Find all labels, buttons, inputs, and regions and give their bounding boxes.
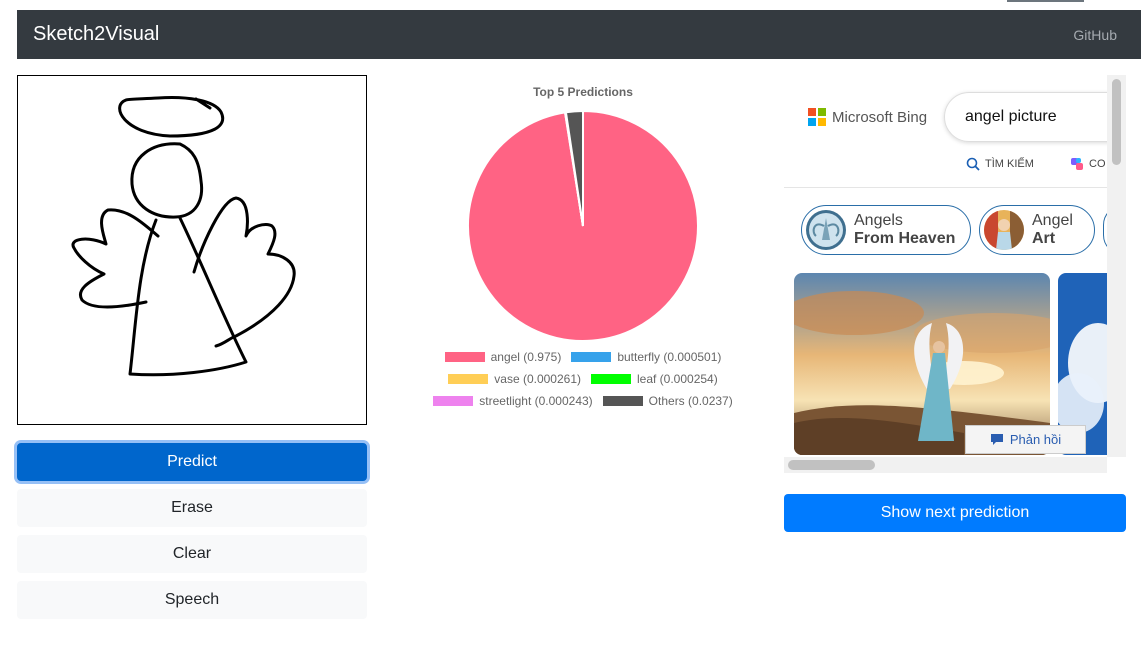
- bing-logo-text: Microsoft Bing: [832, 108, 928, 126]
- speech-button[interactable]: Speech: [17, 581, 367, 619]
- chip-line1: Angel: [1032, 212, 1073, 229]
- related-chip-angel-art[interactable]: Angel Art: [979, 205, 1095, 255]
- feedback-button[interactable]: Phản hồi: [965, 425, 1086, 454]
- chart-title: Top 5 Predictions: [533, 85, 633, 99]
- bing-logo[interactable]: Microsoft Bing: [808, 108, 927, 126]
- github-link[interactable]: GitHub: [1073, 27, 1117, 43]
- brand-title[interactable]: Sketch2Visual: [33, 23, 159, 46]
- horizontal-scrollbar[interactable]: [784, 457, 1107, 473]
- legend-swatch-leaf: [591, 374, 631, 384]
- chip-line2: Art: [1032, 230, 1056, 247]
- clear-button[interactable]: Clear: [17, 535, 367, 573]
- tab-search-label: TÌM KIẾM: [985, 158, 1034, 170]
- chip-line1: Angels: [854, 212, 903, 229]
- chip-thumbnail: [984, 210, 1024, 250]
- top-edge-line: [1007, 0, 1084, 2]
- feedback-label: Phản hồi: [1009, 432, 1062, 447]
- tab-search[interactable]: TÌM KIẾM: [966, 157, 1034, 171]
- tab-copilot[interactable]: CO: [1070, 157, 1106, 171]
- show-next-prediction-button[interactable]: Show next prediction: [784, 494, 1126, 532]
- horizontal-scroll-thumb[interactable]: [788, 460, 875, 470]
- sketch-canvas[interactable]: [17, 75, 367, 425]
- legend-swatch-angel: [444, 352, 485, 362]
- related-chip-angels-from-heaven[interactable]: Angels From Heaven: [801, 205, 971, 255]
- chip-text: Angels From Heaven: [854, 212, 955, 248]
- pie-chart: [467, 109, 699, 342]
- chip-thumbnail: [806, 210, 846, 250]
- legend-swatch-others: [602, 396, 643, 406]
- chip-text: Angel Art: [1032, 212, 1073, 248]
- legend-item-angel[interactable]: angel (0.975): [444, 350, 562, 364]
- legend-row-1: angel (0.975) butterfly (0.000501): [420, 350, 746, 364]
- microsoft-logo-icon: [808, 108, 826, 126]
- legend-swatch-butterfly: [571, 352, 612, 362]
- legend-label-leaf: leaf (0.000254): [637, 372, 718, 386]
- predictions-chart: Top 5 Predictions angel (0.975) butterfl…: [420, 80, 750, 420]
- tab-copilot-label: CO: [1089, 158, 1106, 170]
- legend-item-vase[interactable]: vase (0.000261): [448, 372, 581, 386]
- legend-item-butterfly[interactable]: butterfly (0.000501): [571, 350, 721, 364]
- predict-button[interactable]: Predict: [17, 443, 367, 481]
- legend-item-streetlight[interactable]: streetlight (0.000243): [433, 394, 593, 408]
- legend-label-vase: vase (0.000261): [494, 372, 581, 386]
- chat-bubble-icon: [990, 434, 1003, 445]
- navbar: Sketch2Visual GitHub: [17, 10, 1141, 59]
- bing-header: Microsoft Bing angel picture TÌM KIẾM CO: [784, 75, 1126, 188]
- legend-label-others: Others (0.0237): [648, 394, 733, 408]
- legend-row-2: vase (0.000261) leaf (0.000254): [420, 372, 746, 386]
- legend-label-angel: angel (0.975): [490, 350, 562, 364]
- erase-button[interactable]: Erase: [17, 489, 367, 527]
- search-input[interactable]: angel picture: [944, 92, 1126, 142]
- vertical-scroll-thumb[interactable]: [1112, 79, 1121, 165]
- copilot-icon: [1071, 158, 1083, 170]
- legend-label-butterfly: butterfly (0.000501): [617, 350, 722, 364]
- vertical-scrollbar[interactable]: [1107, 75, 1126, 457]
- legend-label-streetlight: streetlight (0.000243): [479, 394, 593, 408]
- search-icon: [966, 157, 980, 171]
- legend-item-leaf[interactable]: leaf (0.000254): [591, 372, 718, 386]
- legend-row-3: streetlight (0.000243) Others (0.0237): [420, 394, 746, 408]
- legend-swatch-vase: [448, 374, 489, 384]
- chip-line2: From Heaven: [854, 230, 956, 247]
- sketch-drawing: [71, 96, 296, 377]
- legend-item-others[interactable]: Others (0.0237): [602, 394, 733, 408]
- legend-swatch-streetlight: [433, 396, 474, 406]
- bing-results-frame[interactable]: Microsoft Bing angel picture TÌM KIẾM CO: [784, 75, 1126, 473]
